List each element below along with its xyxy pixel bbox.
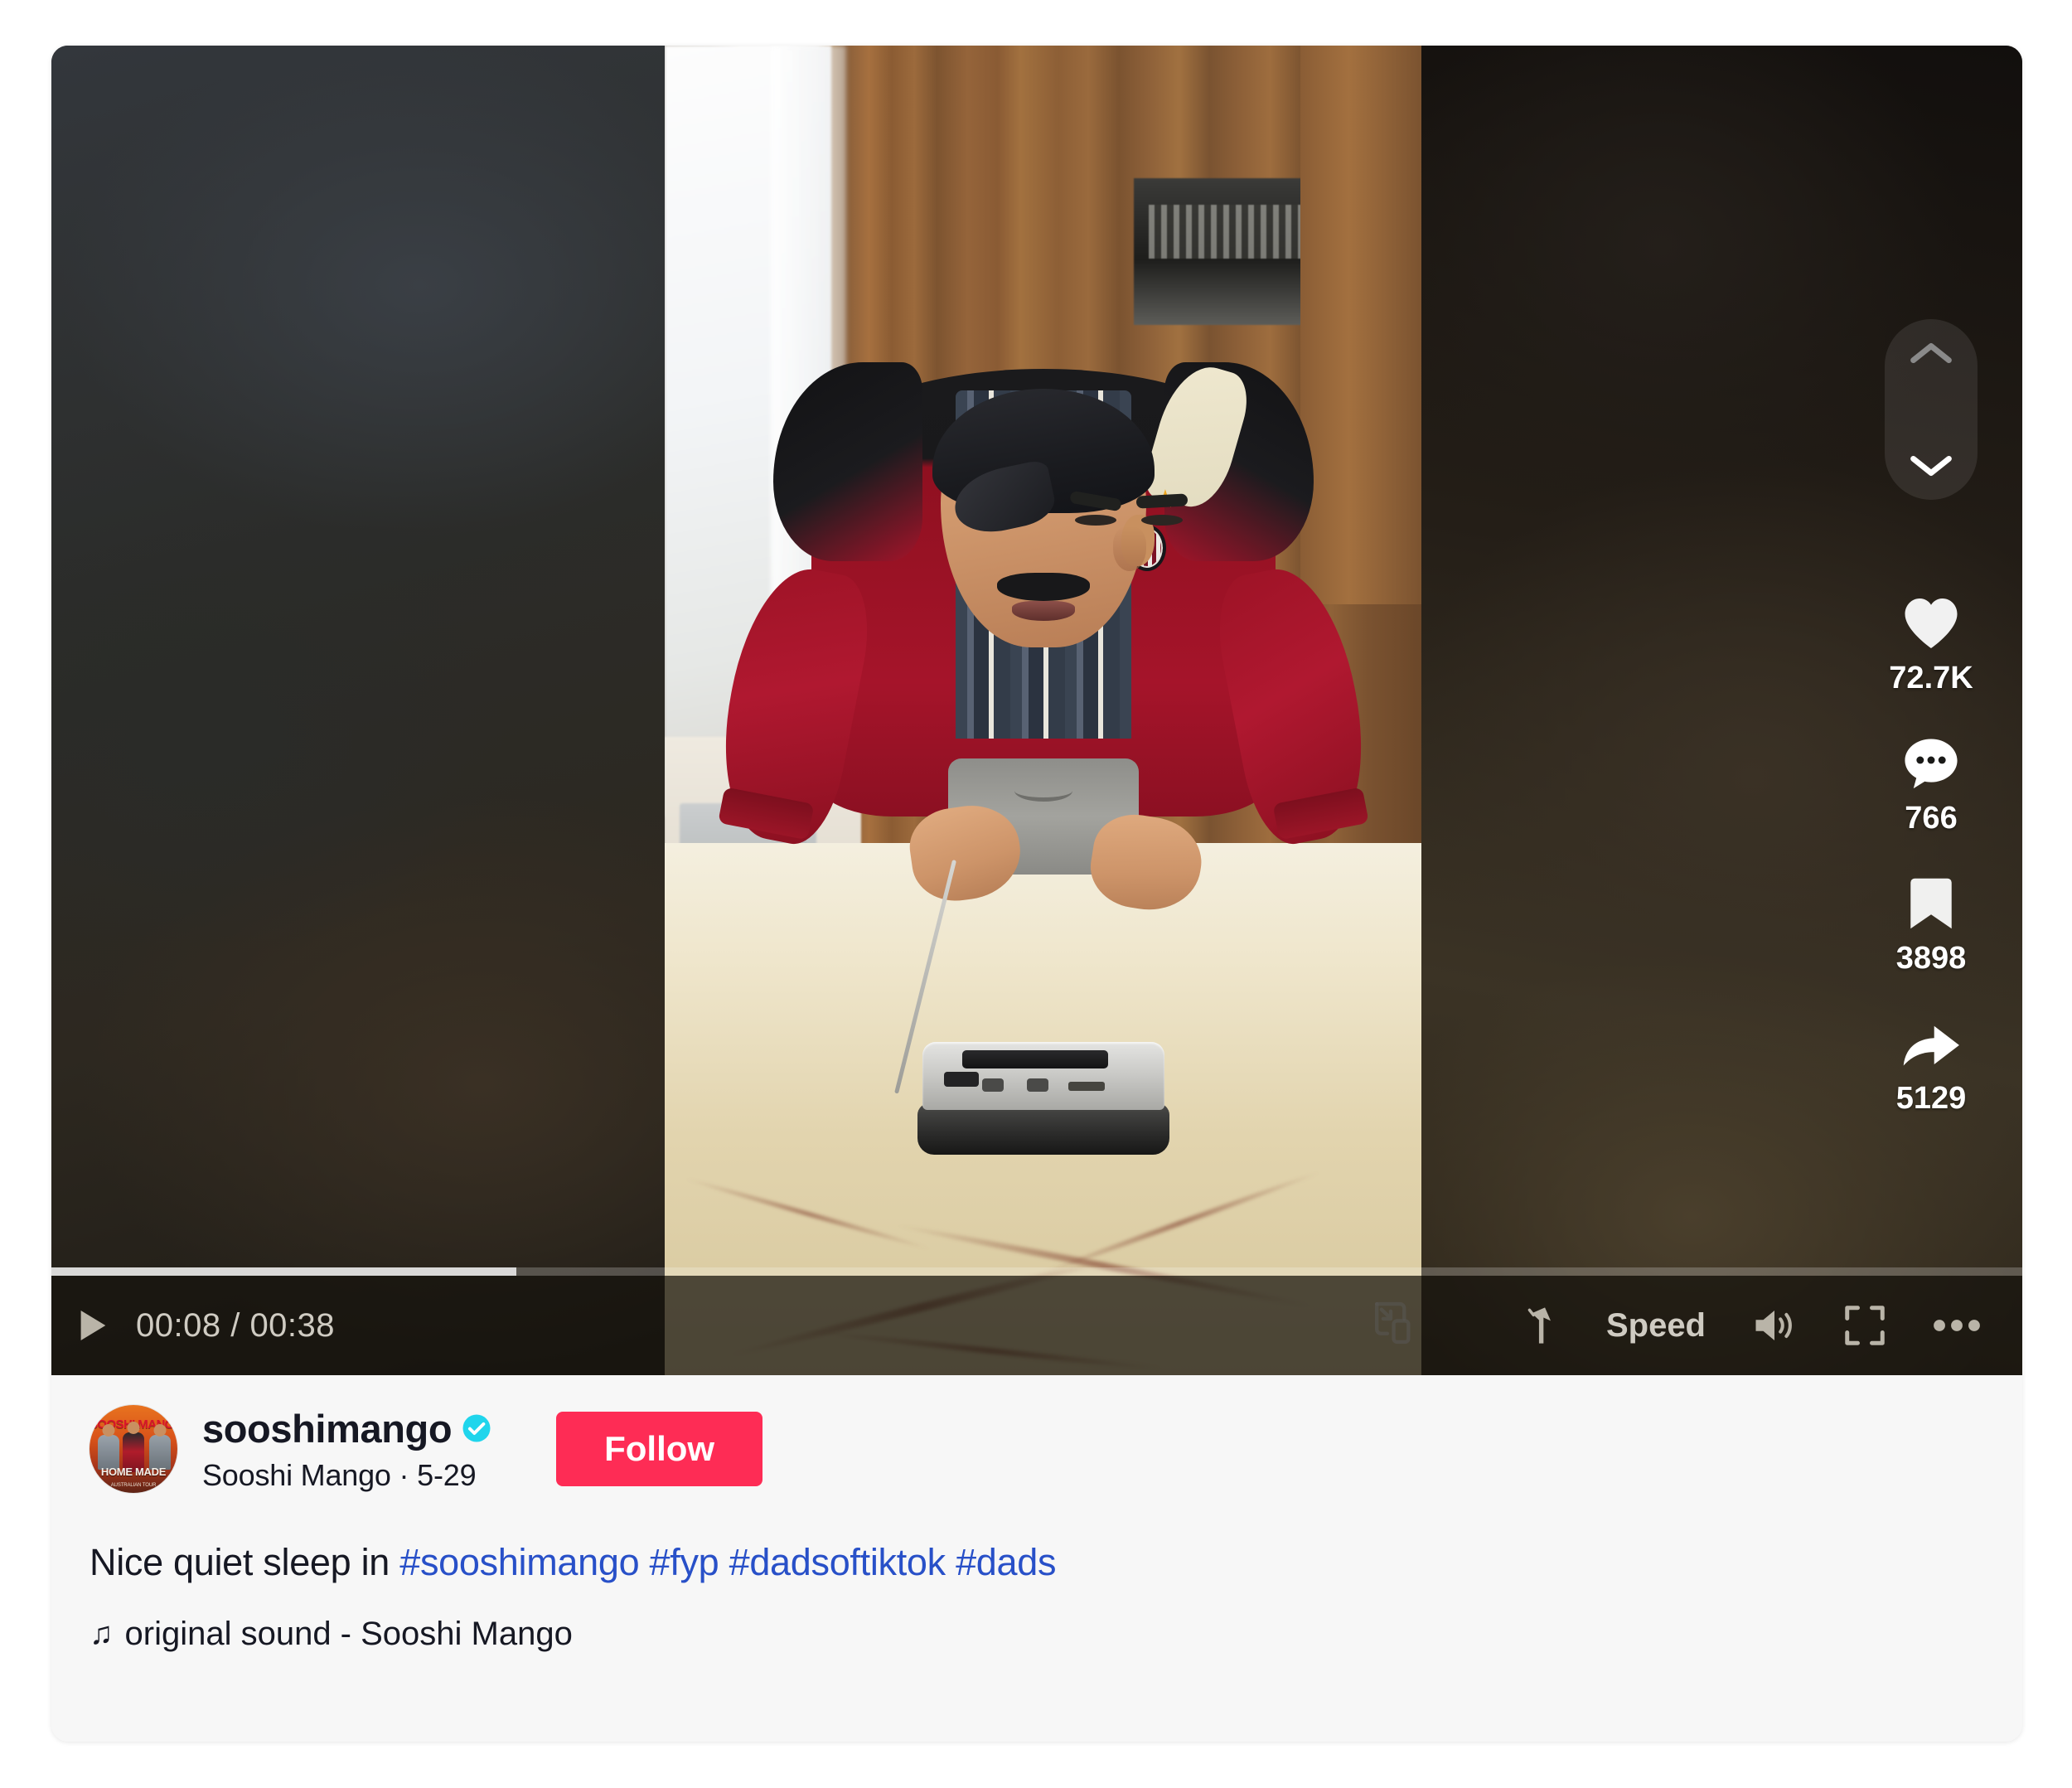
radio-knob <box>1026 1078 1048 1092</box>
chevron-down-icon <box>1910 456 1952 476</box>
eye-left <box>1074 515 1116 526</box>
hashtag-dadsoftiktok[interactable]: #dadsoftiktok <box>729 1541 946 1583</box>
jacket-shoulder-left <box>772 362 922 561</box>
share-count: 5129 <box>1895 1081 1967 1116</box>
volume-button[interactable] <box>1752 1305 1797 1346</box>
chevron-up-icon <box>1910 343 1952 363</box>
sound-label[interactable]: original sound - Sooshi Mango <box>125 1616 573 1653</box>
author-username[interactable]: sooshimango <box>202 1406 453 1451</box>
verified-check-icon <box>462 1414 491 1442</box>
music-note-icon: ♫ <box>90 1616 114 1651</box>
drawstring <box>1014 780 1072 802</box>
mustache <box>996 573 1090 601</box>
radio-slot <box>1067 1082 1105 1091</box>
avatar-made-text: HOME MADE <box>100 1465 167 1478</box>
more-options-icon <box>1934 1320 1980 1331</box>
like-count: 72.7K <box>1889 661 1973 695</box>
clarity-button[interactable] <box>1520 1304 1560 1347</box>
author-meta: Sooshi Mango · 5-29 <box>202 1457 477 1492</box>
next-video-button[interactable] <box>1910 453 1953 478</box>
clarity-tune-icon <box>1527 1307 1551 1344</box>
hashtag-dads[interactable]: #dads <box>956 1541 1056 1583</box>
sound-row[interactable]: ♫ original sound - Sooshi Mango <box>90 1616 1984 1653</box>
bookmark-icon <box>1907 873 1955 934</box>
video-stage[interactable]: 72.7K 766 3898 5129 00:08 / 00:38 Speed <box>51 46 2022 1375</box>
radio-button-strip <box>961 1050 1108 1068</box>
eyebrow-right <box>1135 493 1188 509</box>
mouth <box>1011 601 1075 621</box>
wood-cabinet <box>1300 46 1421 604</box>
eye-right <box>1140 515 1183 526</box>
controls-right-group: Speed <box>1520 1304 2022 1347</box>
progress-bar[interactable] <box>51 1267 2022 1276</box>
player-control-bar: 00:08 / 00:38 Speed <box>51 1276 2022 1375</box>
fullscreen-button[interactable] <box>1843 1304 1886 1347</box>
video-backdrop-left <box>51 46 665 1375</box>
avatar-sub-text: AUSTRALIAN TOUR <box>110 1482 157 1488</box>
heart-icon <box>1901 593 1961 654</box>
person-subject <box>704 319 1382 918</box>
caption-text: Nice quiet sleep in <box>90 1541 400 1583</box>
follow-button[interactable]: Follow <box>556 1412 763 1486</box>
bookmark-count: 3898 <box>1895 941 1967 976</box>
comment-bubble-icon <box>1902 733 1960 794</box>
comment-count: 766 <box>1905 801 1958 836</box>
author-name-row: sooshimango <box>202 1406 491 1451</box>
radio-power-button <box>943 1072 979 1087</box>
author-text-block: sooshimango Sooshi Mango · 5-29 <box>202 1406 491 1493</box>
hashtag-fyp[interactable]: #fyp <box>650 1541 719 1583</box>
video-navigation-pill <box>1885 319 1978 500</box>
like-button[interactable]: 72.7K <box>1889 593 1973 696</box>
action-rail: 72.7K 766 3898 5129 <box>1885 319 1978 1153</box>
fullscreen-icon <box>1845 1306 1885 1345</box>
hashtag-sooshimango[interactable]: #sooshimango <box>399 1541 639 1583</box>
author-row: SOOSHI MANGO HOME MADE AUSTRALIAN TOUR s… <box>90 1405 1984 1493</box>
nose <box>1112 526 1146 571</box>
marble-vein <box>684 1175 933 1252</box>
post-info-panel: SOOSHI MANGO HOME MADE AUSTRALIAN TOUR s… <box>51 1375 2022 1742</box>
controls-left-group: 00:08 / 00:38 <box>51 1306 335 1345</box>
radio-top-panel <box>922 1042 1164 1110</box>
progress-fill <box>51 1267 517 1276</box>
video-frame[interactable] <box>665 46 1421 1375</box>
time-display: 00:08 / 00:38 <box>136 1306 336 1344</box>
play-icon <box>80 1310 106 1341</box>
more-options-button[interactable] <box>1933 1317 1981 1334</box>
radio-base <box>917 1103 1169 1155</box>
previous-video-button[interactable] <box>1910 341 1953 366</box>
tiktok-video-card: 72.7K 766 3898 5129 00:08 / 00:38 Speed … <box>51 46 2022 1742</box>
share-arrow-icon <box>1900 1013 1962 1074</box>
share-button[interactable]: 5129 <box>1895 1013 1967 1117</box>
radio-knob <box>981 1078 1004 1092</box>
speed-button[interactable]: Speed <box>1606 1307 1706 1345</box>
marble-vein <box>1036 1170 1323 1278</box>
bookmark-button[interactable]: 3898 <box>1895 873 1967 976</box>
volume-on-icon <box>1755 1311 1792 1340</box>
post-caption: Nice quiet sleep in #sooshimango #fyp #d… <box>90 1541 1984 1584</box>
avatar[interactable]: SOOSHI MANGO HOME MADE AUSTRALIAN TOUR <box>90 1405 177 1493</box>
comment-button[interactable]: 766 <box>1902 733 1960 836</box>
play-button[interactable] <box>73 1306 111 1345</box>
portable-radio <box>893 860 1169 1155</box>
